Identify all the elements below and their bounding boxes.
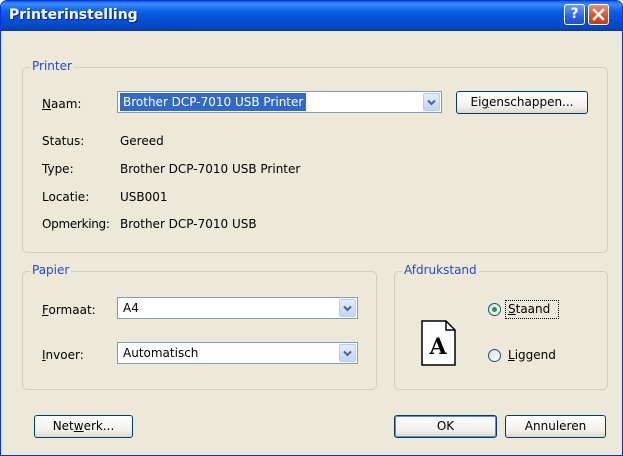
cancel-button-label: Annuleren xyxy=(524,419,587,433)
properties-button[interactable]: Eigenschappen... xyxy=(456,91,588,114)
portrait-page-A-icon: A xyxy=(421,320,456,366)
paper-format-dropdown[interactable]: A4 xyxy=(117,297,358,319)
portrait-radio-dot xyxy=(492,307,497,312)
printer-name-dropdown-button[interactable] xyxy=(423,93,440,111)
chevron-down-icon xyxy=(343,350,352,357)
network-button[interactable]: Netwerk... xyxy=(34,415,133,438)
ok-button-label: OK xyxy=(436,419,455,433)
help-question-icon: ? xyxy=(570,6,579,22)
type-value: Brother DCP-7010 USB Printer xyxy=(120,162,301,176)
chevron-down-icon xyxy=(427,99,436,106)
printer-name-dropdown[interactable]: Brother DCP-7010 USB Printer xyxy=(117,91,442,113)
print-setup-dialog: Printerinstelling ? Printer Naam: Brothe… xyxy=(0,0,623,456)
type-label: Type: xyxy=(42,162,74,176)
window-title: Printerinstelling xyxy=(9,7,138,23)
location-value: USB001 xyxy=(120,190,168,204)
ok-button[interactable]: OK xyxy=(394,415,497,438)
paper-group-legend: Papier xyxy=(30,263,72,277)
format-label: Formaat: xyxy=(42,303,96,317)
paper-source-dropdown-button[interactable] xyxy=(339,344,356,362)
comment-label: Opmerking: xyxy=(42,217,110,231)
portrait-label[interactable]: Staand xyxy=(508,302,550,316)
portrait-radio[interactable] xyxy=(488,303,501,316)
status-value: Gereed xyxy=(120,134,164,148)
help-button[interactable]: ? xyxy=(564,4,585,25)
network-button-label: Netwerk... xyxy=(52,419,115,433)
printer-name-value: Brother DCP-7010 USB Printer xyxy=(120,93,307,111)
landscape-label[interactable]: Liggend xyxy=(508,348,556,362)
chevron-down-icon xyxy=(343,305,352,312)
close-x-icon xyxy=(592,8,605,21)
paper-source-value: Automatisch xyxy=(123,346,199,360)
paper-source-dropdown[interactable]: Automatisch xyxy=(117,342,358,364)
printer-group-legend: Printer xyxy=(30,59,74,73)
paper-format-value: A4 xyxy=(123,301,139,315)
location-label: Locatie: xyxy=(42,190,90,204)
title-bar[interactable]: Printerinstelling ? xyxy=(1,1,622,31)
paper-group: Papier xyxy=(22,263,377,390)
close-button[interactable] xyxy=(588,4,609,25)
paper-format-dropdown-button[interactable] xyxy=(339,299,356,317)
source-label: Invoer: xyxy=(42,348,84,362)
comment-value: Brother DCP-7010 USB xyxy=(120,217,257,231)
cancel-button[interactable]: Annuleren xyxy=(505,415,606,438)
orientation-group-legend: Afdrukstand xyxy=(402,263,479,277)
properties-button-label: Eigenschappen... xyxy=(470,95,574,109)
orientation-preview-letter: A xyxy=(428,334,447,360)
status-label: Status: xyxy=(42,134,85,148)
name-label: Naam: xyxy=(42,97,82,111)
landscape-radio[interactable] xyxy=(488,349,501,362)
